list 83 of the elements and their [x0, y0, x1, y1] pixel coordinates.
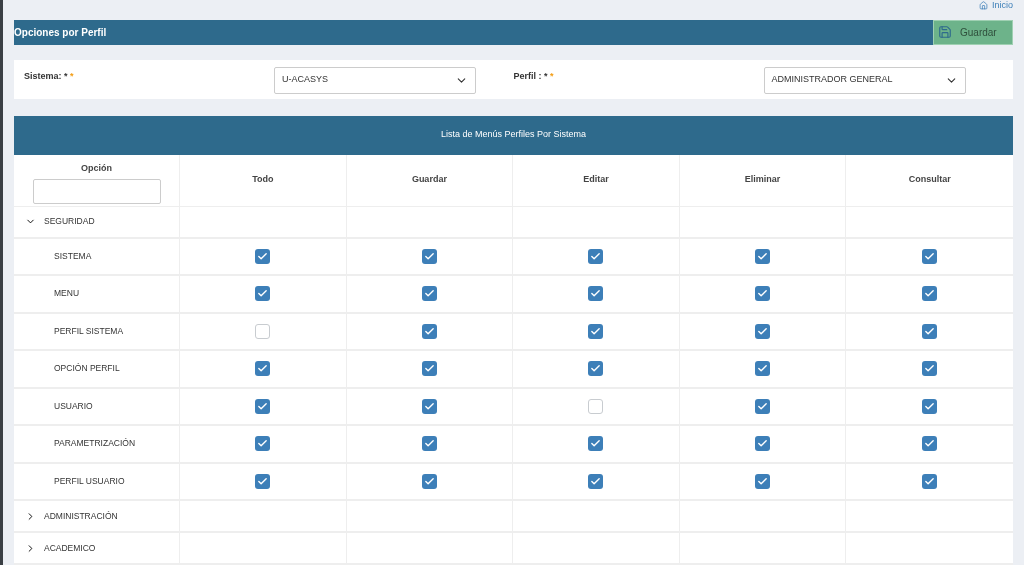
checkbox[interactable] — [755, 398, 771, 414]
column-header: Guardar — [411, 173, 447, 187]
check-icon — [757, 400, 769, 412]
checkbox[interactable] — [588, 398, 604, 414]
check-icon — [924, 325, 936, 337]
option-label: OPCIÓN PERFIL — [54, 362, 120, 376]
field-label: Perfil : * * — [513, 69, 555, 83]
option-label: MENU — [54, 287, 80, 301]
checkbox[interactable] — [755, 436, 771, 452]
select-field[interactable]: U-ACASYS — [274, 66, 476, 94]
check-icon — [924, 400, 936, 412]
checkbox[interactable] — [421, 436, 437, 452]
check-icon — [590, 325, 602, 337]
checkbox[interactable] — [255, 398, 271, 414]
home-link[interactable]: Inicio — [979, 0, 1013, 11]
select-field[interactable]: ADMINISTRADOR GENERAL — [763, 66, 966, 94]
group-toggle[interactable]: ADMINISTRACIÓN — [14, 501, 180, 531]
checkbox[interactable] — [922, 323, 938, 339]
group-toggle[interactable]: SEGURIDAD — [14, 206, 180, 237]
column-header: Eliminar — [744, 173, 781, 187]
option-label: PARAMETRIZACIÓN — [54, 437, 136, 451]
checkbox[interactable] — [588, 248, 604, 264]
checkbox[interactable] — [922, 248, 938, 264]
checkbox[interactable] — [755, 286, 771, 302]
save-button[interactable]: Guardar — [933, 19, 1013, 45]
checkbox[interactable] — [421, 473, 437, 489]
check-icon — [757, 475, 769, 487]
checkbox[interactable] — [755, 361, 771, 377]
check-icon — [423, 400, 435, 412]
filter-field[interactable] — [32, 179, 161, 204]
checkbox[interactable] — [588, 286, 604, 302]
column-header: Editar — [583, 173, 609, 187]
checkbox[interactable] — [255, 323, 271, 339]
option-label: PERFIL USUARIO — [54, 474, 125, 488]
home-icon — [979, 1, 988, 10]
group-label: ACADEMICO — [44, 541, 96, 555]
column-header: Opción — [81, 161, 112, 175]
checkbox[interactable] — [922, 473, 938, 489]
page-title: Opciones por Perfil — [14, 25, 107, 40]
check-icon — [423, 325, 435, 337]
check-icon — [924, 250, 936, 262]
check-icon — [257, 475, 269, 487]
check-icon — [257, 400, 269, 412]
option-label: SISTEMA — [54, 249, 92, 263]
checkbox[interactable] — [255, 436, 271, 452]
column-header: Todo — [252, 173, 274, 187]
checkbox[interactable] — [421, 286, 437, 302]
option-label: USUARIO — [54, 399, 93, 413]
checkbox[interactable] — [421, 361, 437, 377]
checkbox[interactable] — [588, 361, 604, 377]
checkbox[interactable] — [255, 473, 271, 489]
column-header: Consultar — [908, 173, 951, 187]
checkbox[interactable] — [922, 361, 938, 377]
checkbox[interactable] — [421, 323, 437, 339]
checkbox[interactable] — [755, 473, 771, 489]
check-icon — [423, 475, 435, 487]
checkbox[interactable] — [588, 323, 604, 339]
checkbox[interactable] — [588, 473, 604, 489]
option-label: PERFIL SISTEMA — [54, 324, 124, 338]
table-title: Lista de Menús Perfiles Por Sistema — [440, 128, 587, 142]
group-label: ADMINISTRACIÓN — [44, 509, 118, 523]
field-label: Sistema: * * — [24, 69, 75, 83]
check-icon — [757, 250, 769, 262]
checkbox[interactable] — [255, 361, 271, 377]
check-icon — [757, 325, 769, 337]
checkbox[interactable] — [922, 436, 938, 452]
checkbox[interactable] — [421, 248, 437, 264]
checkbox[interactable] — [922, 286, 938, 302]
checkbox[interactable] — [922, 398, 938, 414]
save-icon — [938, 25, 952, 39]
check-icon — [924, 475, 936, 487]
checkbox[interactable] — [755, 248, 771, 264]
check-icon — [590, 475, 602, 487]
checkbox[interactable] — [255, 286, 271, 302]
check-icon — [590, 250, 602, 262]
group-label: SEGURIDAD — [44, 215, 95, 228]
checkbox[interactable] — [421, 398, 437, 414]
checkbox[interactable] — [255, 248, 271, 264]
checkbox[interactable] — [588, 436, 604, 452]
checkbox[interactable] — [755, 323, 771, 339]
check-icon — [423, 250, 435, 262]
group-toggle[interactable]: ACADEMICO — [14, 533, 180, 563]
check-icon — [257, 250, 269, 262]
